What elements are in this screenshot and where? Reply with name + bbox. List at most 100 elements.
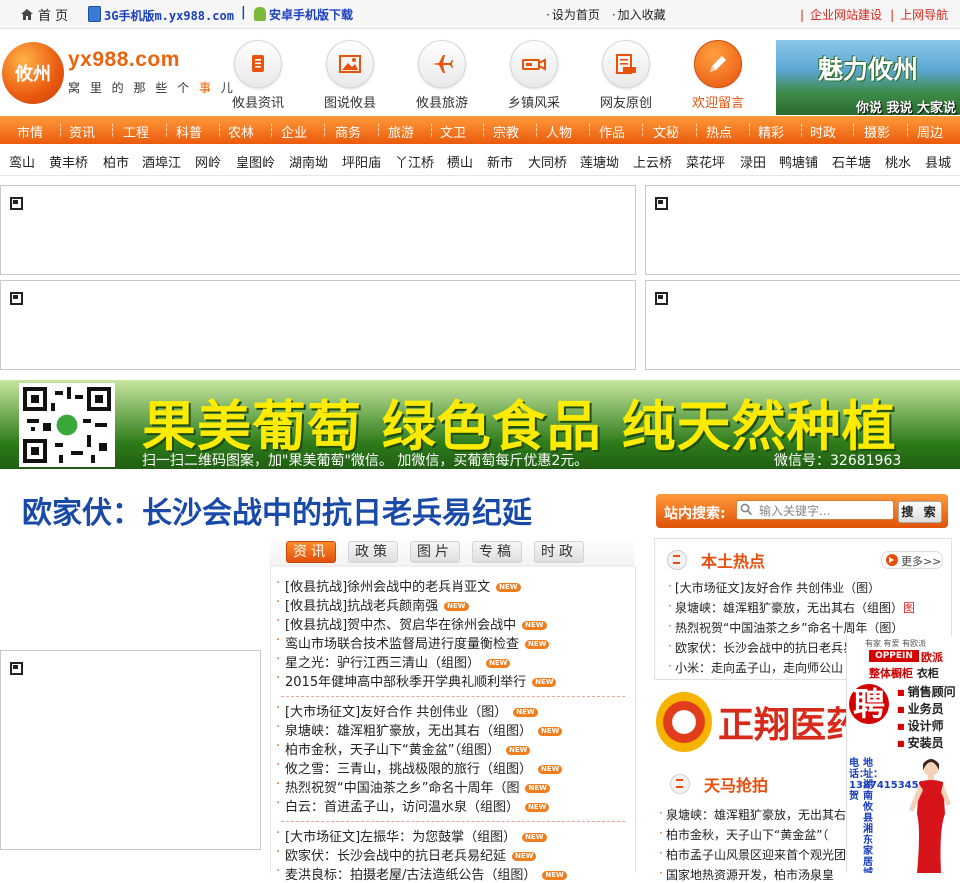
town-link[interactable]: 莲塘坳 xyxy=(580,152,619,171)
nav-guestbook[interactable]: 欢迎留言 xyxy=(673,40,763,111)
channel-link[interactable]: 热点 xyxy=(706,122,732,141)
ad-slot[interactable] xyxy=(645,185,960,275)
news-item[interactable]: 麦洪良标：拍摄老屋/古法造纸公告（组图） NEW xyxy=(276,864,567,883)
android-download-link[interactable]: 安卓手机版下载 xyxy=(254,6,353,23)
web-nav-link[interactable]: 上网导航 xyxy=(900,8,948,22)
town-link[interactable]: 皇图岭 xyxy=(236,152,275,171)
news-item[interactable]: 鸾山市场联合技术监督局进行度量衡检查 NEW xyxy=(276,633,550,652)
hot-item[interactable]: [大市场征文]友好合作 共创伟业（图） xyxy=(668,579,880,596)
news-item[interactable]: [攸县抗战]徐州会战中的老兵肖亚文 NEW xyxy=(276,576,521,595)
grape-ad-banner[interactable]: 果美葡萄 绿色食品 纯天然种植 扫一扫二维码图案，加"果美葡萄"微信。 加微信，… xyxy=(0,380,960,469)
news-item[interactable]: 星之光：驴行江西三清山（组图） NEW xyxy=(276,652,511,671)
town-link[interactable]: 坪阳庙 xyxy=(342,152,381,171)
zhengxiang-pharma-ad[interactable]: 正翔医药 供 xyxy=(656,688,911,758)
news-item[interactable]: 欧家伏：长沙会战中的抗日老兵易纪延 NEW xyxy=(276,845,537,864)
channel-link[interactable]: 市情 xyxy=(17,122,43,141)
news-item[interactable]: 白云：首进孟子山，访问温水泉（组图） NEW xyxy=(276,796,550,815)
ad-slot[interactable] xyxy=(0,185,636,275)
logo-url[interactable]: yx988.com xyxy=(68,48,180,72)
town-link[interactable]: 石羊塘 xyxy=(832,152,871,171)
nav-pictures[interactable]: 图说攸县 xyxy=(305,40,395,111)
new-badge-icon: NEW xyxy=(538,727,563,736)
add-favorite-link[interactable]: 加入收藏 xyxy=(612,8,666,22)
town-link[interactable]: 槚山 xyxy=(447,152,473,171)
channel-link[interactable]: 作品 xyxy=(599,122,625,141)
town-link[interactable]: 丫江桥 xyxy=(395,152,434,171)
news-item[interactable]: 攸之雪：三青山，挑战极限的旅行（组图） NEW xyxy=(276,758,563,777)
news-item[interactable]: [大市场征文]左振华：为您鼓掌（组图） NEW xyxy=(276,826,547,845)
town-link[interactable]: 酒埠江 xyxy=(142,152,181,171)
channel-link[interactable]: 科普 xyxy=(176,122,202,141)
nav-original[interactable]: 网友原创 xyxy=(581,40,671,111)
town-link[interactable]: 黄丰桥 xyxy=(49,152,88,171)
town-link[interactable]: 县城 xyxy=(925,152,951,171)
town-link[interactable]: 菜花坪 xyxy=(686,152,725,171)
channel-link[interactable]: 工程 xyxy=(123,122,149,141)
tab-4[interactable]: 专稿 xyxy=(472,541,522,563)
search-input[interactable]: 输入关键字... xyxy=(736,500,894,520)
home-link[interactable]: 首 页 xyxy=(20,5,68,24)
tab-3[interactable]: 图片 xyxy=(410,541,460,563)
nav-news[interactable]: 攸县资讯 xyxy=(213,40,303,111)
ad-slot[interactable] xyxy=(0,650,261,850)
tianma-item[interactable]: 泉塘峡：雄浑粗犷豪放，无出其右 xyxy=(659,806,846,823)
enterprise-site-link[interactable]: 企业网站建设 xyxy=(810,8,882,22)
tab-1[interactable]: 资讯 xyxy=(286,541,336,563)
headline-link[interactable]: 欧家伏：长沙会战中的抗日老兵易纪延 xyxy=(22,488,532,532)
tianma-item[interactable]: 柏市金秋，天子山下“黄金盆”（ xyxy=(659,826,828,843)
ad-slot[interactable] xyxy=(645,280,960,370)
tab-2[interactable]: 政策 xyxy=(348,541,398,563)
town-link[interactable]: 大同桥 xyxy=(528,152,567,171)
news-item[interactable]: 热烈祝贺“中国油茶之乡”命名十周年（图 NEW xyxy=(276,777,550,796)
mobile-3g-link[interactable]: 3G手机版m.yx988.com xyxy=(88,6,234,24)
news-item[interactable]: [攸县抗战]贺中杰、贺启华在徐州会战中 NEW xyxy=(276,614,547,633)
channel-link[interactable]: 文秘 xyxy=(653,122,679,141)
charm-youzhou-banner[interactable]: 魅力攸州 你说 我说 大家说 xyxy=(776,40,960,115)
channel-link[interactable]: 人物 xyxy=(546,122,572,141)
news-item[interactable]: 2015年健坤高中部秋季开学典礼顺利举行 NEW xyxy=(276,671,557,690)
news-item[interactable]: [攸县抗战]抗战老兵颜南强 NEW xyxy=(276,595,469,614)
town-link[interactable]: 鸭塘铺 xyxy=(779,152,818,171)
recruit-badge: 聘 xyxy=(849,684,889,724)
oppein-recruit-ad[interactable]: 有家 有爱 有欧派 OPPEIN 欧派 整体橱柜 衣柜 聘 销售顾问 业务员 设… xyxy=(846,636,960,873)
channel-link[interactable]: 时政 xyxy=(810,122,836,141)
town-link[interactable]: 上云桥 xyxy=(633,152,672,171)
channel-link[interactable]: 摄影 xyxy=(864,122,890,141)
town-link[interactable]: 新市 xyxy=(487,152,513,171)
town-link[interactable]: 柏市 xyxy=(103,152,129,171)
tab-5[interactable]: 时政 xyxy=(534,541,584,563)
town-link[interactable]: 鸾山 xyxy=(9,152,35,171)
channel-link[interactable]: 资讯 xyxy=(69,122,95,141)
tianma-title-text: 天马抢拍 xyxy=(704,776,769,795)
town-link[interactable]: 湖南坳 xyxy=(289,152,328,171)
town-link[interactable]: 网岭 xyxy=(195,152,221,171)
slogan-part-b: 事 xyxy=(198,81,214,95)
channel-separator: ┆ xyxy=(480,123,488,137)
hot-item[interactable]: 泉塘峡：雄浑粗犷豪放，无出其右（组图）图 xyxy=(668,599,915,616)
channel-link[interactable]: 商务 xyxy=(335,122,361,141)
site-logo[interactable]: 攸州 xyxy=(2,42,64,104)
set-homepage-link[interactable]: 设为首页 xyxy=(546,8,600,22)
hot-item[interactable]: 小米：走向孟子山，走向师公山 xyxy=(668,659,843,676)
hot-item[interactable]: 热烈祝贺“中国油茶之乡”命名十周年（图） xyxy=(668,619,903,636)
nav-towns[interactable]: 乡镇风采 xyxy=(489,40,579,111)
tianma-item[interactable]: 国家地热资源开发，柏市汤泉皇 xyxy=(659,866,834,883)
news-item[interactable]: 柏市金秋，天子山下“黄金盆”（组图） NEW xyxy=(276,739,531,758)
town-link[interactable]: 桃水 xyxy=(885,152,911,171)
nav-travel[interactable]: 攸县旅游 xyxy=(397,40,487,111)
channel-link[interactable]: 文卫 xyxy=(440,122,466,141)
channel-link[interactable]: 宗教 xyxy=(493,122,519,141)
channel-link[interactable]: 精彩 xyxy=(758,122,784,141)
more-button[interactable]: 更多>> xyxy=(881,551,943,569)
channel-link[interactable]: 周边 xyxy=(917,122,943,141)
search-button[interactable]: 搜 索 xyxy=(898,501,942,523)
news-item[interactable]: [大市场征文]友好合作 共创伟业（图） NEW xyxy=(276,701,538,720)
ad-slot[interactable] xyxy=(0,280,636,370)
tianma-item[interactable]: 柏市孟子山风景区迎来首个观光团 xyxy=(659,846,846,863)
news-item[interactable]: 泉塘峡：雄浑粗犷豪放，无出其右（组图） NEW xyxy=(276,720,563,739)
channel-link[interactable]: 旅游 xyxy=(388,122,414,141)
town-link[interactable]: 渌田 xyxy=(740,152,766,171)
channel-separator: ┆ xyxy=(693,123,701,137)
channel-link[interactable]: 企业 xyxy=(281,122,307,141)
channel-link[interactable]: 农林 xyxy=(228,122,254,141)
